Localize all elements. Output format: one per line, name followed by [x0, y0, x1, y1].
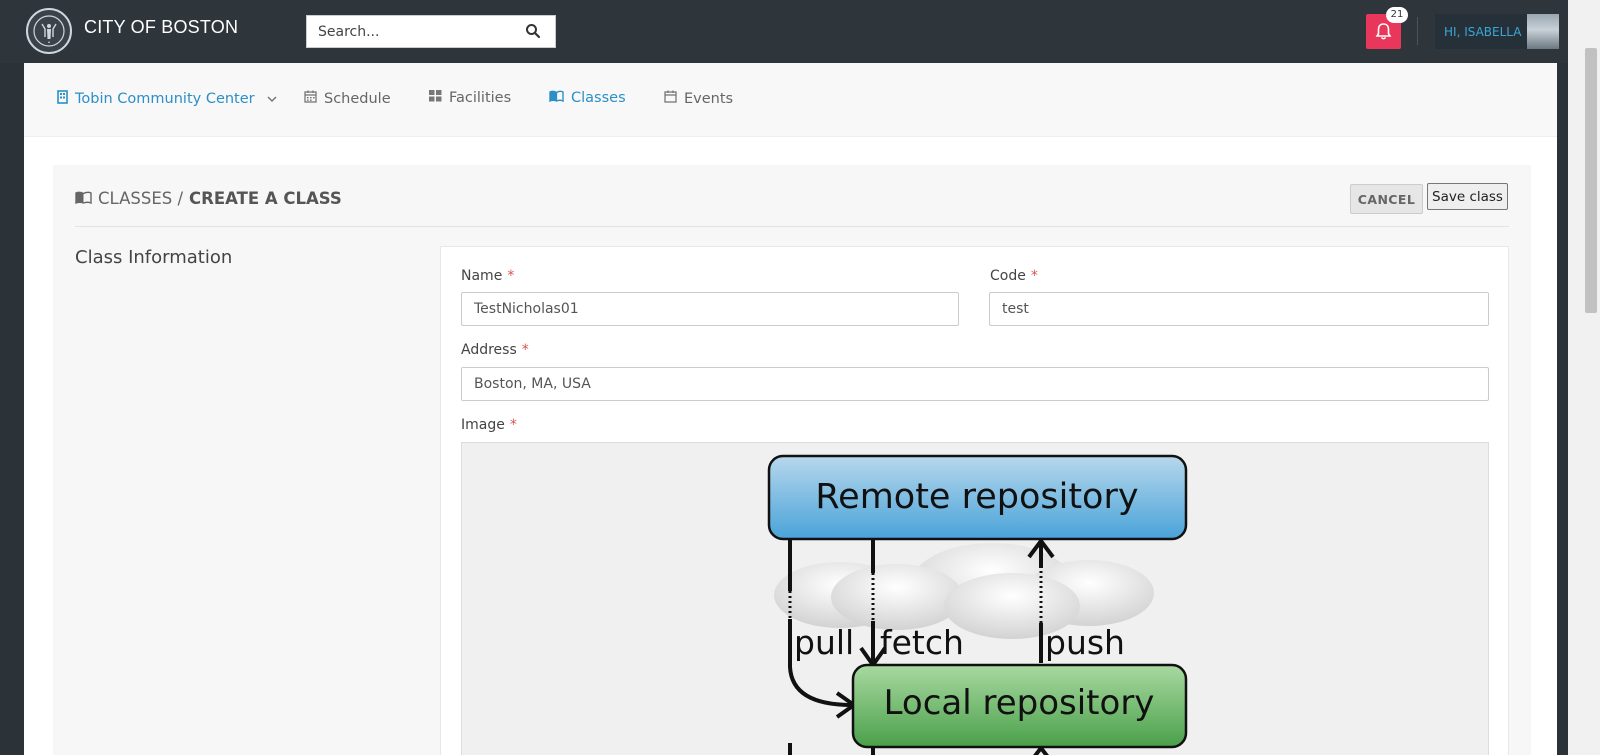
code-field[interactable]: test [989, 292, 1489, 326]
remote-repository-label: Remote repository [815, 477, 1138, 517]
nav-label-schedule: Schedule [324, 90, 391, 107]
search-box[interactable] [306, 15, 556, 48]
building-icon [57, 90, 68, 108]
header-divider [1417, 17, 1418, 45]
required-mark: * [521, 342, 529, 358]
breadcrumb: CLASSES / CREATE A CLASS [75, 189, 342, 208]
name-field[interactable]: TestNicholas01 [461, 292, 959, 326]
name-label: Name * [461, 268, 515, 284]
nav-item-events[interactable]: Events [664, 90, 733, 107]
cancel-button[interactable]: CANCEL [1350, 184, 1423, 214]
city-name[interactable]: CITY OF BOSTON [84, 17, 238, 38]
city-seal-logo[interactable] [26, 8, 72, 54]
nav-item-schedule[interactable]: Schedule [304, 90, 391, 107]
nav-label-classes: Classes [571, 90, 626, 106]
nav-label-facilities: Facilities [449, 90, 512, 106]
git-diagram-image: Remote repository pull fetch push Local … [767, 454, 1188, 755]
search-input[interactable] [307, 16, 517, 47]
push-label: push [1045, 623, 1125, 662]
main-nav: Tobin Community Center Schedule Faciliti… [24, 63, 1557, 137]
address-field[interactable]: Boston, MA, USA [461, 367, 1489, 401]
image-label: Image * [461, 417, 517, 433]
chevron-down-icon [267, 91, 277, 107]
scrollbar-thumb[interactable] [1585, 48, 1597, 313]
required-mark: * [507, 268, 515, 284]
user-greeting[interactable]: HI, ISABELLA [1444, 25, 1521, 39]
book-icon [75, 189, 92, 208]
header-divider-line [75, 226, 1509, 227]
book-icon [549, 90, 564, 106]
nav-label-events: Events [684, 90, 734, 107]
section-title: Class Information [75, 247, 233, 268]
calendar-icon [664, 90, 677, 107]
nav-item-facilities[interactable]: Facilities [429, 90, 511, 106]
bell-icon [1375, 23, 1392, 40]
local-repository-label: Local repository [884, 683, 1155, 723]
avatar[interactable] [1527, 14, 1559, 49]
grid-icon [429, 90, 442, 106]
save-class-button[interactable]: Save class [1427, 183, 1508, 210]
image-upload-preview[interactable]: Remote repository pull fetch push Local … [461, 442, 1489, 755]
address-label: Address * [461, 342, 529, 358]
pull-label: pull [794, 623, 854, 662]
location-selector[interactable]: Tobin Community Center [57, 90, 277, 108]
calendar-icon [304, 90, 317, 107]
required-mark: * [509, 417, 517, 433]
location-name: Tobin Community Center [75, 91, 255, 107]
required-mark: * [1030, 268, 1038, 284]
breadcrumb-parent[interactable]: CLASSES / [98, 189, 183, 208]
search-icon[interactable] [525, 23, 541, 43]
breadcrumb-current: CREATE A CLASS [189, 189, 342, 208]
nav-item-classes[interactable]: Classes [549, 90, 626, 106]
fetch-label: fetch [880, 623, 964, 662]
notification-count-badge: 21 [1386, 7, 1408, 23]
code-label: Code * [990, 268, 1038, 284]
